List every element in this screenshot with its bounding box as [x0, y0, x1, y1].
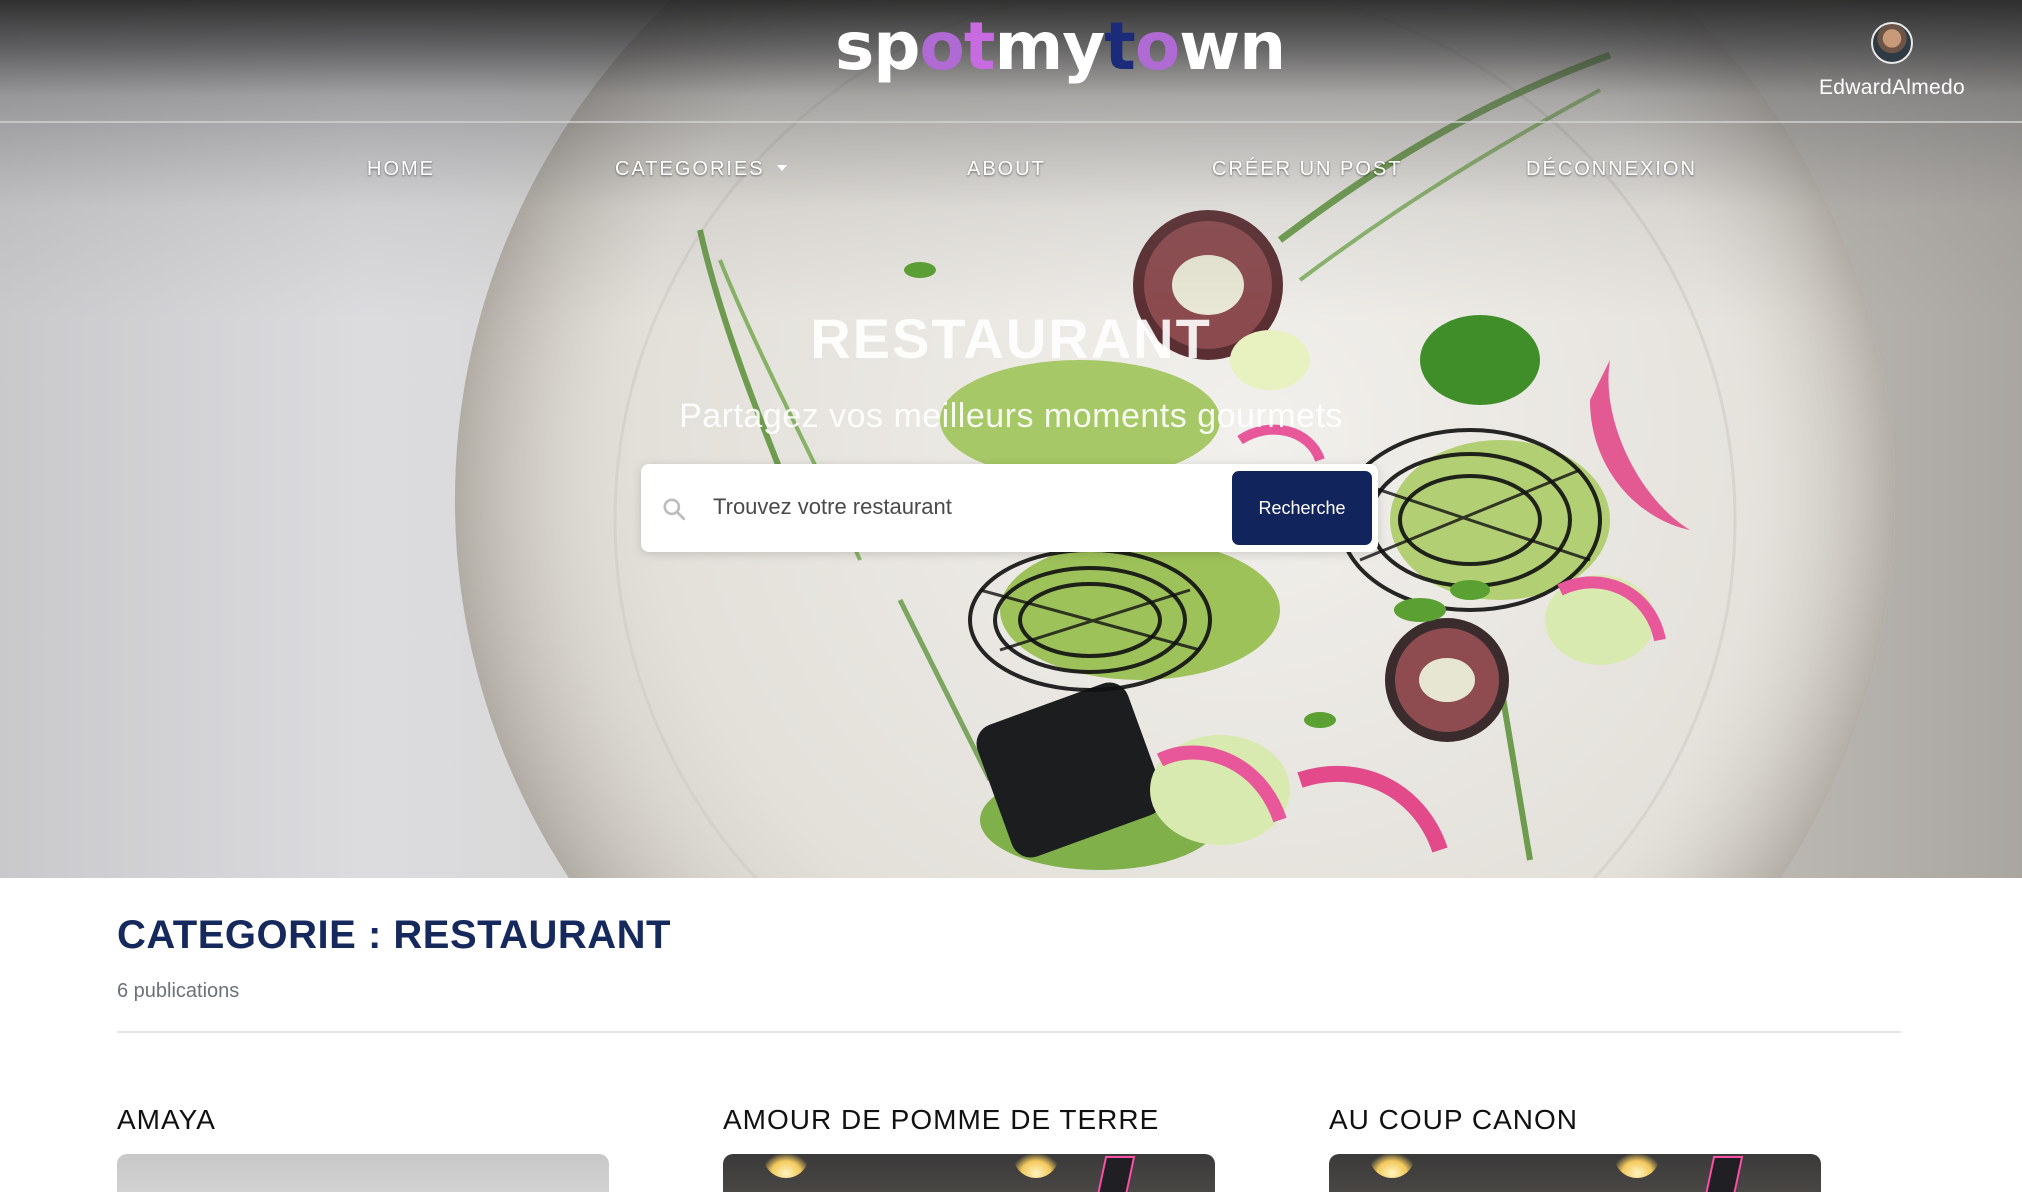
post-image-detail	[1369, 1154, 1415, 1178]
logo-letter: t	[963, 8, 996, 85]
post-image-detail	[1614, 1154, 1660, 1178]
hero-banner	[0, 0, 2022, 878]
nav-home[interactable]: HOME	[367, 158, 435, 181]
post-image-detail	[1013, 1154, 1059, 1178]
search-icon	[663, 498, 686, 521]
post-image[interactable]	[1329, 1154, 1821, 1192]
post-title[interactable]: AMAYA	[117, 1104, 609, 1136]
nav-logout[interactable]: DÉCONNEXION	[1526, 158, 1697, 181]
post-image[interactable]	[117, 1154, 609, 1192]
post-title[interactable]: AMOUR DE POMME DE TERRE	[723, 1104, 1215, 1136]
user-profile[interactable]: EdwardAlmedo	[1800, 18, 1984, 100]
avatar[interactable]	[1871, 22, 1913, 64]
section-divider	[117, 1031, 1901, 1033]
post-card[interactable]: AU COUP CANON	[1329, 1104, 1821, 1192]
logo-letter: m	[994, 8, 1063, 85]
caret-down-icon	[776, 164, 787, 171]
nav-categories[interactable]: CATEGORIES	[615, 158, 787, 181]
logo-letter: y	[1062, 8, 1105, 85]
publication-count: 6 publications	[117, 980, 240, 1002]
hero-title: RESTAURANT	[810, 307, 1212, 370]
nav-about[interactable]: ABOUT	[967, 158, 1046, 181]
logo-letter: o	[1134, 8, 1180, 85]
post-title[interactable]: AU COUP CANON	[1329, 1104, 1821, 1136]
post-image-detail	[1096, 1156, 1136, 1192]
nav-create-post[interactable]: CRÉER UN POST	[1212, 158, 1402, 181]
post-card[interactable]: AMAYA	[117, 1104, 609, 1192]
top-bar-divider	[0, 121, 2022, 123]
logo-letter: p	[873, 8, 920, 85]
search-button[interactable]: Recherche	[1232, 471, 1372, 545]
main-nav: HOME CATEGORIES ABOUT CRÉER UN POST DÉCO…	[0, 158, 2022, 188]
post-card[interactable]: AMOUR DE POMME DE TERRE	[723, 1104, 1215, 1192]
user-name[interactable]: EdwardAlmedo	[1800, 76, 1984, 100]
logo-letter: t	[1104, 8, 1136, 85]
logo[interactable]: spotmytown	[835, 8, 1286, 85]
logo-letter: o	[919, 8, 965, 85]
search-input[interactable]	[713, 482, 1233, 532]
logo-letter: n	[1239, 8, 1286, 85]
post-image-detail	[763, 1154, 809, 1178]
hero-subtitle: Partagez vos meilleurs moments gourmets	[679, 397, 1343, 435]
post-image[interactable]	[723, 1154, 1215, 1192]
post-image-detail	[1704, 1156, 1744, 1192]
nav-categories-label: CATEGORIES	[615, 158, 765, 180]
logo-letter: w	[1179, 8, 1240, 85]
category-heading: CATEGORIE : RESTAURANT	[117, 913, 671, 957]
search-bar: Recherche	[641, 464, 1378, 552]
logo-letter: s	[835, 8, 874, 85]
top-bar: spotmytown EdwardAlmedo	[0, 0, 2022, 123]
